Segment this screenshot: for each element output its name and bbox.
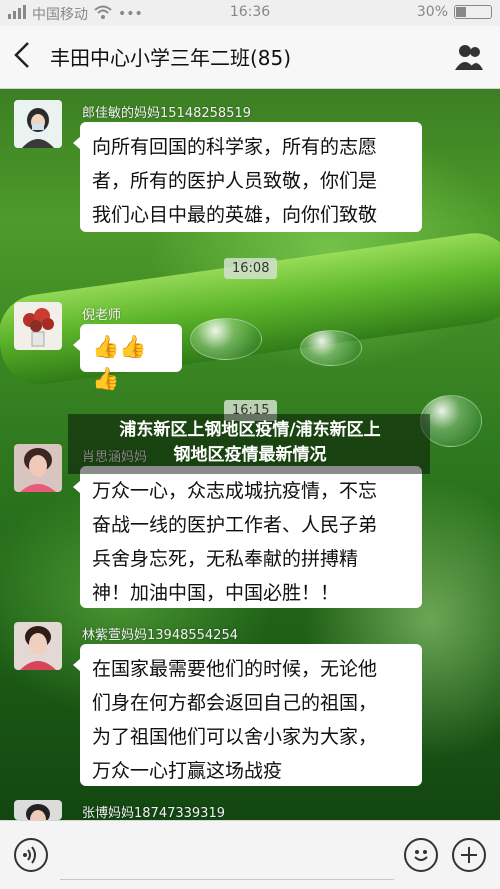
chevron-left-icon <box>14 42 29 68</box>
avatar[interactable] <box>14 800 62 820</box>
status-bar: 中国移动 ••• 16:36 30% <box>0 0 500 26</box>
avatar[interactable] <box>14 100 62 148</box>
watermark-text: 浦东新区上钢地区疫情/浦东新区上 钢地区疫情最新情况 <box>70 418 430 468</box>
avatar[interactable] <box>14 444 62 492</box>
message-bubble[interactable]: 向所有回国的科学家，所有的志愿 者，所有的医护人员致敬，你们是 我们心目中最的英… <box>73 122 422 232</box>
message-line: 我们心目中最的英雄，向你们致敬 <box>92 204 378 226</box>
avatar[interactable] <box>14 622 62 670</box>
avatar[interactable] <box>14 302 62 350</box>
message-line: 万众一心打赢这场战疫 <box>92 760 283 782</box>
battery-icon <box>454 5 492 19</box>
add-button[interactable] <box>452 838 486 872</box>
chat-header: 丰田中心小学三年二班(85) <box>0 26 500 89</box>
sender-name: 林紫萱妈妈13948554254 <box>82 628 238 643</box>
watermark-line: 浦东新区上钢地区疫情/浦东新区上 <box>119 420 381 440</box>
sender-name: 郎佳敏的妈妈15148258519 <box>82 106 251 121</box>
chat-title: 丰田中心小学三年二班(85) <box>50 46 292 70</box>
input-bar <box>0 820 500 889</box>
message-line: 奋战一线的医护工作者、人民子弟 <box>92 514 378 536</box>
group-icon <box>455 45 483 70</box>
sender-name: 倪老师 <box>82 308 122 323</box>
emoji-icon <box>414 850 428 861</box>
background-dewdrop <box>300 330 362 366</box>
emoji-button[interactable] <box>404 838 438 872</box>
message-bubble[interactable]: 在国家最需要他们的时候，无论他 们身在何方都会返回自己的祖国， 为了祖国他们可以… <box>73 644 422 786</box>
voice-button[interactable] <box>14 838 48 872</box>
message-line: 在国家最需要他们的时候，无论他 <box>92 658 378 680</box>
message-line: 兵舍身忘死，无私奉献的拼搏精 <box>92 548 359 570</box>
message-line: 为了祖国他们可以舍小家为大家， <box>92 726 378 748</box>
message-bubble[interactable]: 万众一心，众志成城抗疫情，不忘 奋战一线的医护工作者、人民子弟 兵舍身忘死，无私… <box>73 466 422 608</box>
voice-icon <box>23 846 36 864</box>
message-line: 万众一心，众志成城抗疫情，不忘 <box>92 480 378 502</box>
battery-percent: 30% <box>416 4 448 20</box>
background-dewdrop <box>190 318 262 360</box>
message-line: 向所有回国的科学家，所有的志愿 <box>92 136 378 158</box>
group-members-button[interactable] <box>454 42 484 72</box>
timestamp: 16:08 <box>224 258 278 279</box>
message-bubble[interactable]: 👍👍👍 <box>73 324 182 392</box>
back-button[interactable] <box>12 40 40 72</box>
message-input[interactable] <box>60 833 394 880</box>
message-line: 者，所有的医护人员致敬，你们是 <box>92 170 378 192</box>
message-line: 们身在何方都会返回自己的祖国， <box>92 692 378 714</box>
message-line: 神！加油中国，中国必胜！！ <box>92 582 340 604</box>
plus-icon <box>461 847 477 863</box>
watermark-line: 钢地区疫情最新情况 <box>173 445 327 465</box>
sender-name: 张博妈妈18747339319 <box>82 806 225 821</box>
